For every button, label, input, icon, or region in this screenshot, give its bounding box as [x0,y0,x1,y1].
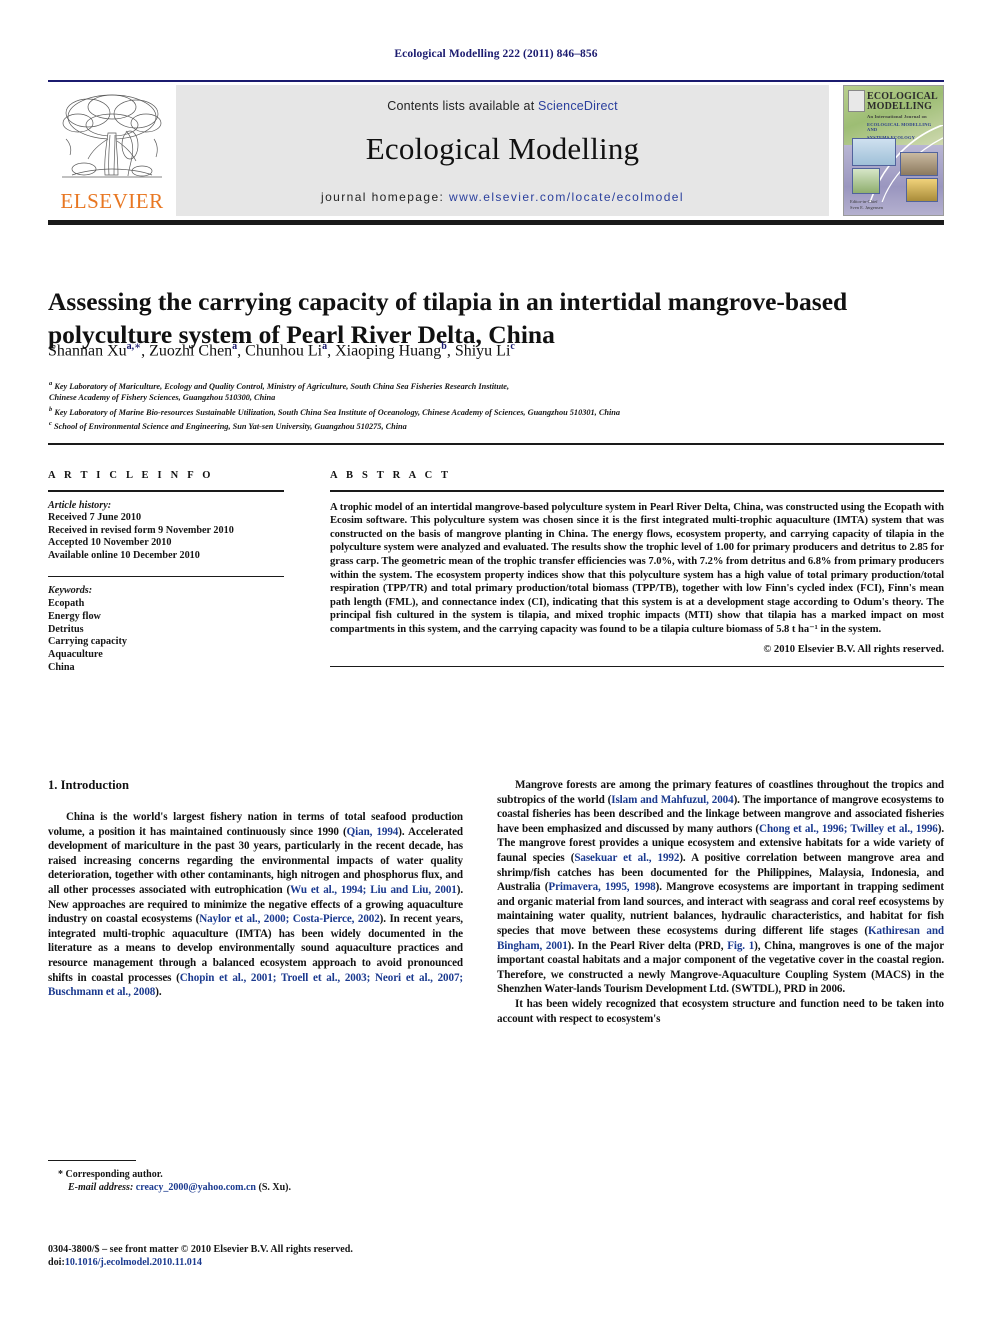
corresponding-author-footnote: * Corresponding author. E-mail address: … [48,1168,468,1194]
elsevier-tree-icon [62,94,162,178]
keyword-item: Ecopath [48,597,85,609]
paragraph: It has been widely recognized that ecosy… [497,997,944,1025]
affiliation-b: b Key Laboratory of Marine Bio-resources… [49,405,621,417]
article-history-block: Article history: Received 7 June 2010 Re… [48,500,284,563]
paragraph: China is the world's largest fishery nat… [48,811,464,999]
email-line: E-mail address: creacy_2000@yahoo.com.cn… [48,1181,468,1194]
cover-photo-3 [900,152,938,176]
email-link[interactable]: creacy_2000@yahoo.com.cn [136,1182,256,1193]
sciencedirect-link[interactable]: ScienceDirect [538,99,618,113]
email-attribution: (S. Xu). [258,1182,292,1194]
affiliation-a2: Chinese Academy of Fishery Sciences, Gua… [49,393,276,403]
homepage-label: journal homepage: [321,190,449,204]
cover-photo-2 [852,168,880,194]
abstract-rule [330,490,944,492]
abstract-copyright: © 2010 Elsevier B.V. All rights reserved… [763,643,944,655]
article-info-heading: A R T I C L E I N F O [48,470,214,481]
keywords-block: Keywords: Ecopath Energy flow Detritus C… [48,585,284,675]
journal-masthead: ELSEVIER Contents lists available at Sci… [48,80,944,225]
cover-title-line2: MODELLING [867,101,933,112]
author-list: Shannan Xua,∗, Zuozhi Chena, Chunhou Lia… [48,341,515,360]
contents-prefix: Contents lists available at [387,99,539,113]
history-item: Received 7 June 2010 [48,512,142,524]
history-item: Available online 10 December 2010 [48,549,200,561]
affiliation-c: c School of Environmental Science and En… [49,420,407,432]
running-head: Ecological Modelling 222 (2011) 846–856 [394,48,598,60]
journal-title: Ecological Modelling [365,131,640,166]
cover-editor-name: Sven E. Jørgensen [850,205,884,210]
article-info-panel: A R T I C L E I N F O Article history: R… [48,470,284,675]
abstract-panel: A B S T R A C T A trophic model of an in… [330,470,944,667]
masthead-banner: Contents lists available at ScienceDirec… [176,85,829,216]
homepage-url-link[interactable]: www.elsevier.com/locate/ecolmodel [449,190,684,204]
keywords-label: Keywords: [48,585,93,597]
cover-editor-block: Editor-in-Chief Sven E. Jørgensen [850,199,939,211]
abstract-bottom-rule [330,665,944,667]
keyword-item: Aquaculture [48,649,103,661]
body-column-right: Mangrove forests are among the primary f… [497,778,944,1026]
abstract-text: A trophic model of an intertidal mangrov… [330,501,944,635]
contents-lists-line: Contents lists available at ScienceDirec… [176,99,829,113]
journal-article-page: Ecological Modelling 222 (2011) 846–856 [0,0,992,1323]
article-info-rule [48,490,284,492]
corresponding-author-line: * Corresponding author. [48,1168,468,1181]
history-item: Accepted 10 November 2010 [48,537,172,549]
corresponding-marker: * [58,1169,63,1180]
masthead-bottom-rule [48,220,944,225]
article-history-label: Article history: [48,499,112,511]
doi-link[interactable]: 10.1016/j.ecolmodel.2010.11.014 [65,1257,202,1268]
authors-bottom-rule [48,443,944,445]
keyword-item: Detritus [48,623,84,635]
masthead-top-rule [48,80,944,82]
journal-homepage-line: journal homepage: www.elsevier.com/locat… [176,190,829,204]
cover-elsevier-mark-icon [848,90,865,112]
doi-label: doi: [48,1257,65,1269]
elsevier-logo: ELSEVIER [48,85,176,216]
section-heading-introduction: 1. Introduction [48,778,129,792]
email-label: E-mail address: [68,1182,134,1194]
keyword-item: Carrying capacity [48,636,127,648]
affiliation-list: a Key Laboratory of Mariculture, Ecology… [49,378,939,433]
cover-subtitle: An International Journal on [867,114,927,119]
cover-photo-1 [852,138,896,166]
corresponding-label: Corresponding author. [65,1169,163,1180]
elsevier-wordmark: ELSEVIER [60,189,164,213]
body-column-left: 1. Introduction China is the world's lar… [48,778,463,1000]
imprint-block: 0304-3800/$ – see front matter © 2010 El… [48,1243,508,1270]
keyword-item: China [48,661,75,673]
abstract-heading: A B S T R A C T [330,470,452,481]
paragraph: Mangrove forests are among the primary f… [497,779,945,996]
footnote-rule [48,1160,136,1162]
keywords-divider-rule [48,575,284,578]
history-item: Received in revised form 9 November 2010 [48,524,234,536]
doi-line: doi:10.1016/j.ecolmodel.2010.11.014 [48,1256,508,1269]
keyword-item: Energy flow [48,610,101,622]
journal-cover-thumbnail: ECOLOGICAL MODELLING An International Jo… [843,85,944,216]
affiliation-a1: a Key Laboratory of Mariculture, Ecology… [49,380,510,391]
issn-line: 0304-3800/$ – see front matter © 2010 El… [48,1244,353,1255]
